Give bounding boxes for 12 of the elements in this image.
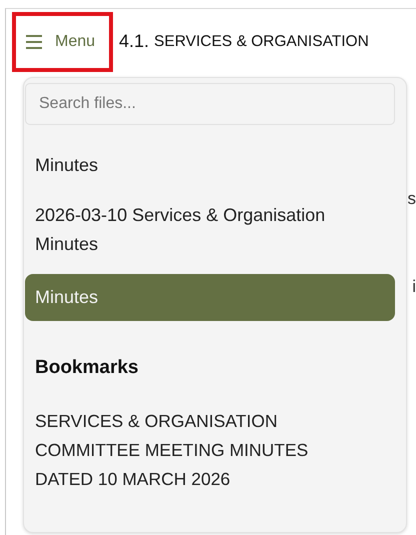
bookmark-link[interactable]: SERVICES & ORGANISATION COMMITTEE MEETING MINUTES DATED 10 MARCH 2026: [35, 407, 335, 494]
section-number: 4.1.: [119, 31, 150, 52]
file-item[interactable]: 2026-03-10 Services & Organisation Minutes: [25, 192, 395, 268]
section-title: SERVICES & ORGANISATION: [154, 32, 369, 50]
search-field[interactable]: Search files...: [25, 83, 395, 125]
background-text: s: [408, 189, 416, 209]
background-text: i: [412, 277, 416, 297]
bookmarks-heading: Bookmarks: [35, 357, 140, 379]
menu-icon: [26, 34, 42, 48]
file-item[interactable]: Minutes: [25, 142, 395, 189]
menu-button[interactable]: Menu: [12, 12, 113, 72]
file-item[interactable]: Minutes: [25, 274, 395, 321]
